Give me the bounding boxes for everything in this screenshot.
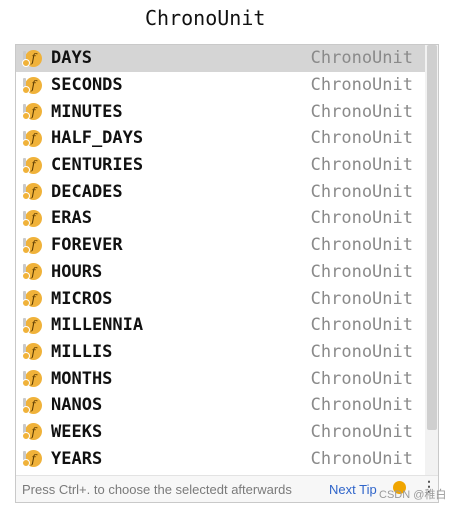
completion-item-name: HOURS [51,261,103,282]
completion-item-name: ERAS [51,208,92,229]
completion-item-type: ChronoUnit [310,235,413,256]
completion-item-type: ChronoUnit [310,261,413,282]
completion-item-name: MILLIS [51,341,113,362]
field-icon: f [22,129,42,147]
completion-item-name: NANOS [51,395,103,416]
completion-item-type: ChronoUnit [310,421,413,442]
completion-item[interactable]: f YEARS ChronoUnit [16,445,425,472]
field-icon: f [22,423,42,441]
completion-item[interactable]: f MICROS ChronoUnit [16,285,425,312]
field-icon: f [22,103,42,121]
field-icon: f [22,156,42,174]
completion-item[interactable]: f NANOS ChronoUnit [16,392,425,419]
field-icon: f [22,343,42,361]
field-icon: f [22,290,42,308]
editor-code-line[interactable]: ChronoUnit [145,6,265,30]
completion-item-type: ChronoUnit [310,181,413,202]
completion-item[interactable]: f MINUTES ChronoUnit [16,98,425,125]
completion-item-name: MONTHS [51,368,113,389]
completion-item-type: ChronoUnit [310,101,413,122]
completion-item-name: YEARS [51,448,103,469]
completion-item-type: ChronoUnit [310,128,413,149]
completion-item-name: DAYS [51,48,92,69]
field-icon: f [22,316,42,334]
completion-item-type: ChronoUnit [310,448,413,469]
completion-item[interactable]: f CENTURIES ChronoUnit [16,152,425,179]
field-icon: f [22,209,42,227]
scrollbar-thumb[interactable] [427,45,437,430]
completion-item-name: WEEKS [51,421,103,442]
completion-item[interactable]: f MILLENNIA ChronoUnit [16,312,425,339]
completion-item[interactable]: f FOREVER ChronoUnit [16,232,425,259]
completion-item-type: ChronoUnit [310,288,413,309]
completion-item-type: ChronoUnit [310,395,413,416]
completion-item-type: ChronoUnit [310,75,413,96]
watermark: CSDN @稚白 [379,489,447,501]
completion-item[interactable]: f WEEKS ChronoUnit [16,419,425,446]
completion-footer: Press Ctrl+. to choose the selectedt aft… [16,475,438,502]
completion-item-name: MICROS [51,288,113,309]
completion-item-name: MILLENNIA [51,315,144,336]
completion-item[interactable]: f MILLIS ChronoUnit [16,339,425,366]
completion-item[interactable]: f DECADES ChronoUnit [16,178,425,205]
completion-item[interactable]: f DAYS ChronoUnit [16,45,425,72]
completion-item-type: ChronoUnit [310,341,413,362]
field-icon: f [22,183,42,201]
completion-item[interactable]: f SECONDS ChronoUnit [16,72,425,99]
field-icon: f [22,370,42,388]
completion-item-type: ChronoUnit [310,48,413,69]
completion-item-type: ChronoUnit [310,155,413,176]
field-icon: f [22,76,42,94]
completion-item[interactable]: f ERAS ChronoUnit [16,205,425,232]
field-icon: f [22,236,42,254]
field-icon: f [22,49,42,67]
completion-list[interactable]: f DAYS ChronoUnit f SECONDS ChronoUnit f MINUTE… [16,45,425,472]
field-icon: f [22,450,42,468]
footer-hint: Press Ctrl+. to choose the selectedt aft… [22,482,292,497]
completion-item-name: CENTURIES [51,155,144,176]
completion-item[interactable]: f HALF_DAYS ChronoUnit [16,125,425,152]
completion-item[interactable]: f MONTHS ChronoUnit [16,365,425,392]
completion-item-type: ChronoUnit [310,315,413,336]
field-icon: f [22,263,42,281]
completion-item-type: ChronoUnit [310,368,413,389]
completion-item-name: SECONDS [51,75,123,96]
completion-popup[interactable]: f DAYS ChronoUnit f SECONDS ChronoUnit f MINUTE… [15,44,439,503]
field-icon: f [22,396,42,414]
completion-item-name: FOREVER [51,235,123,256]
completion-item-name: MINUTES [51,101,123,122]
completion-item[interactable]: f HOURS ChronoUnit [16,259,425,286]
completion-item-type: ChronoUnit [310,208,413,229]
next-tip-link[interactable]: Next Tip [329,482,377,497]
completion-item-name: DECADES [51,181,123,202]
completion-item-name: HALF_DAYS [51,128,144,149]
